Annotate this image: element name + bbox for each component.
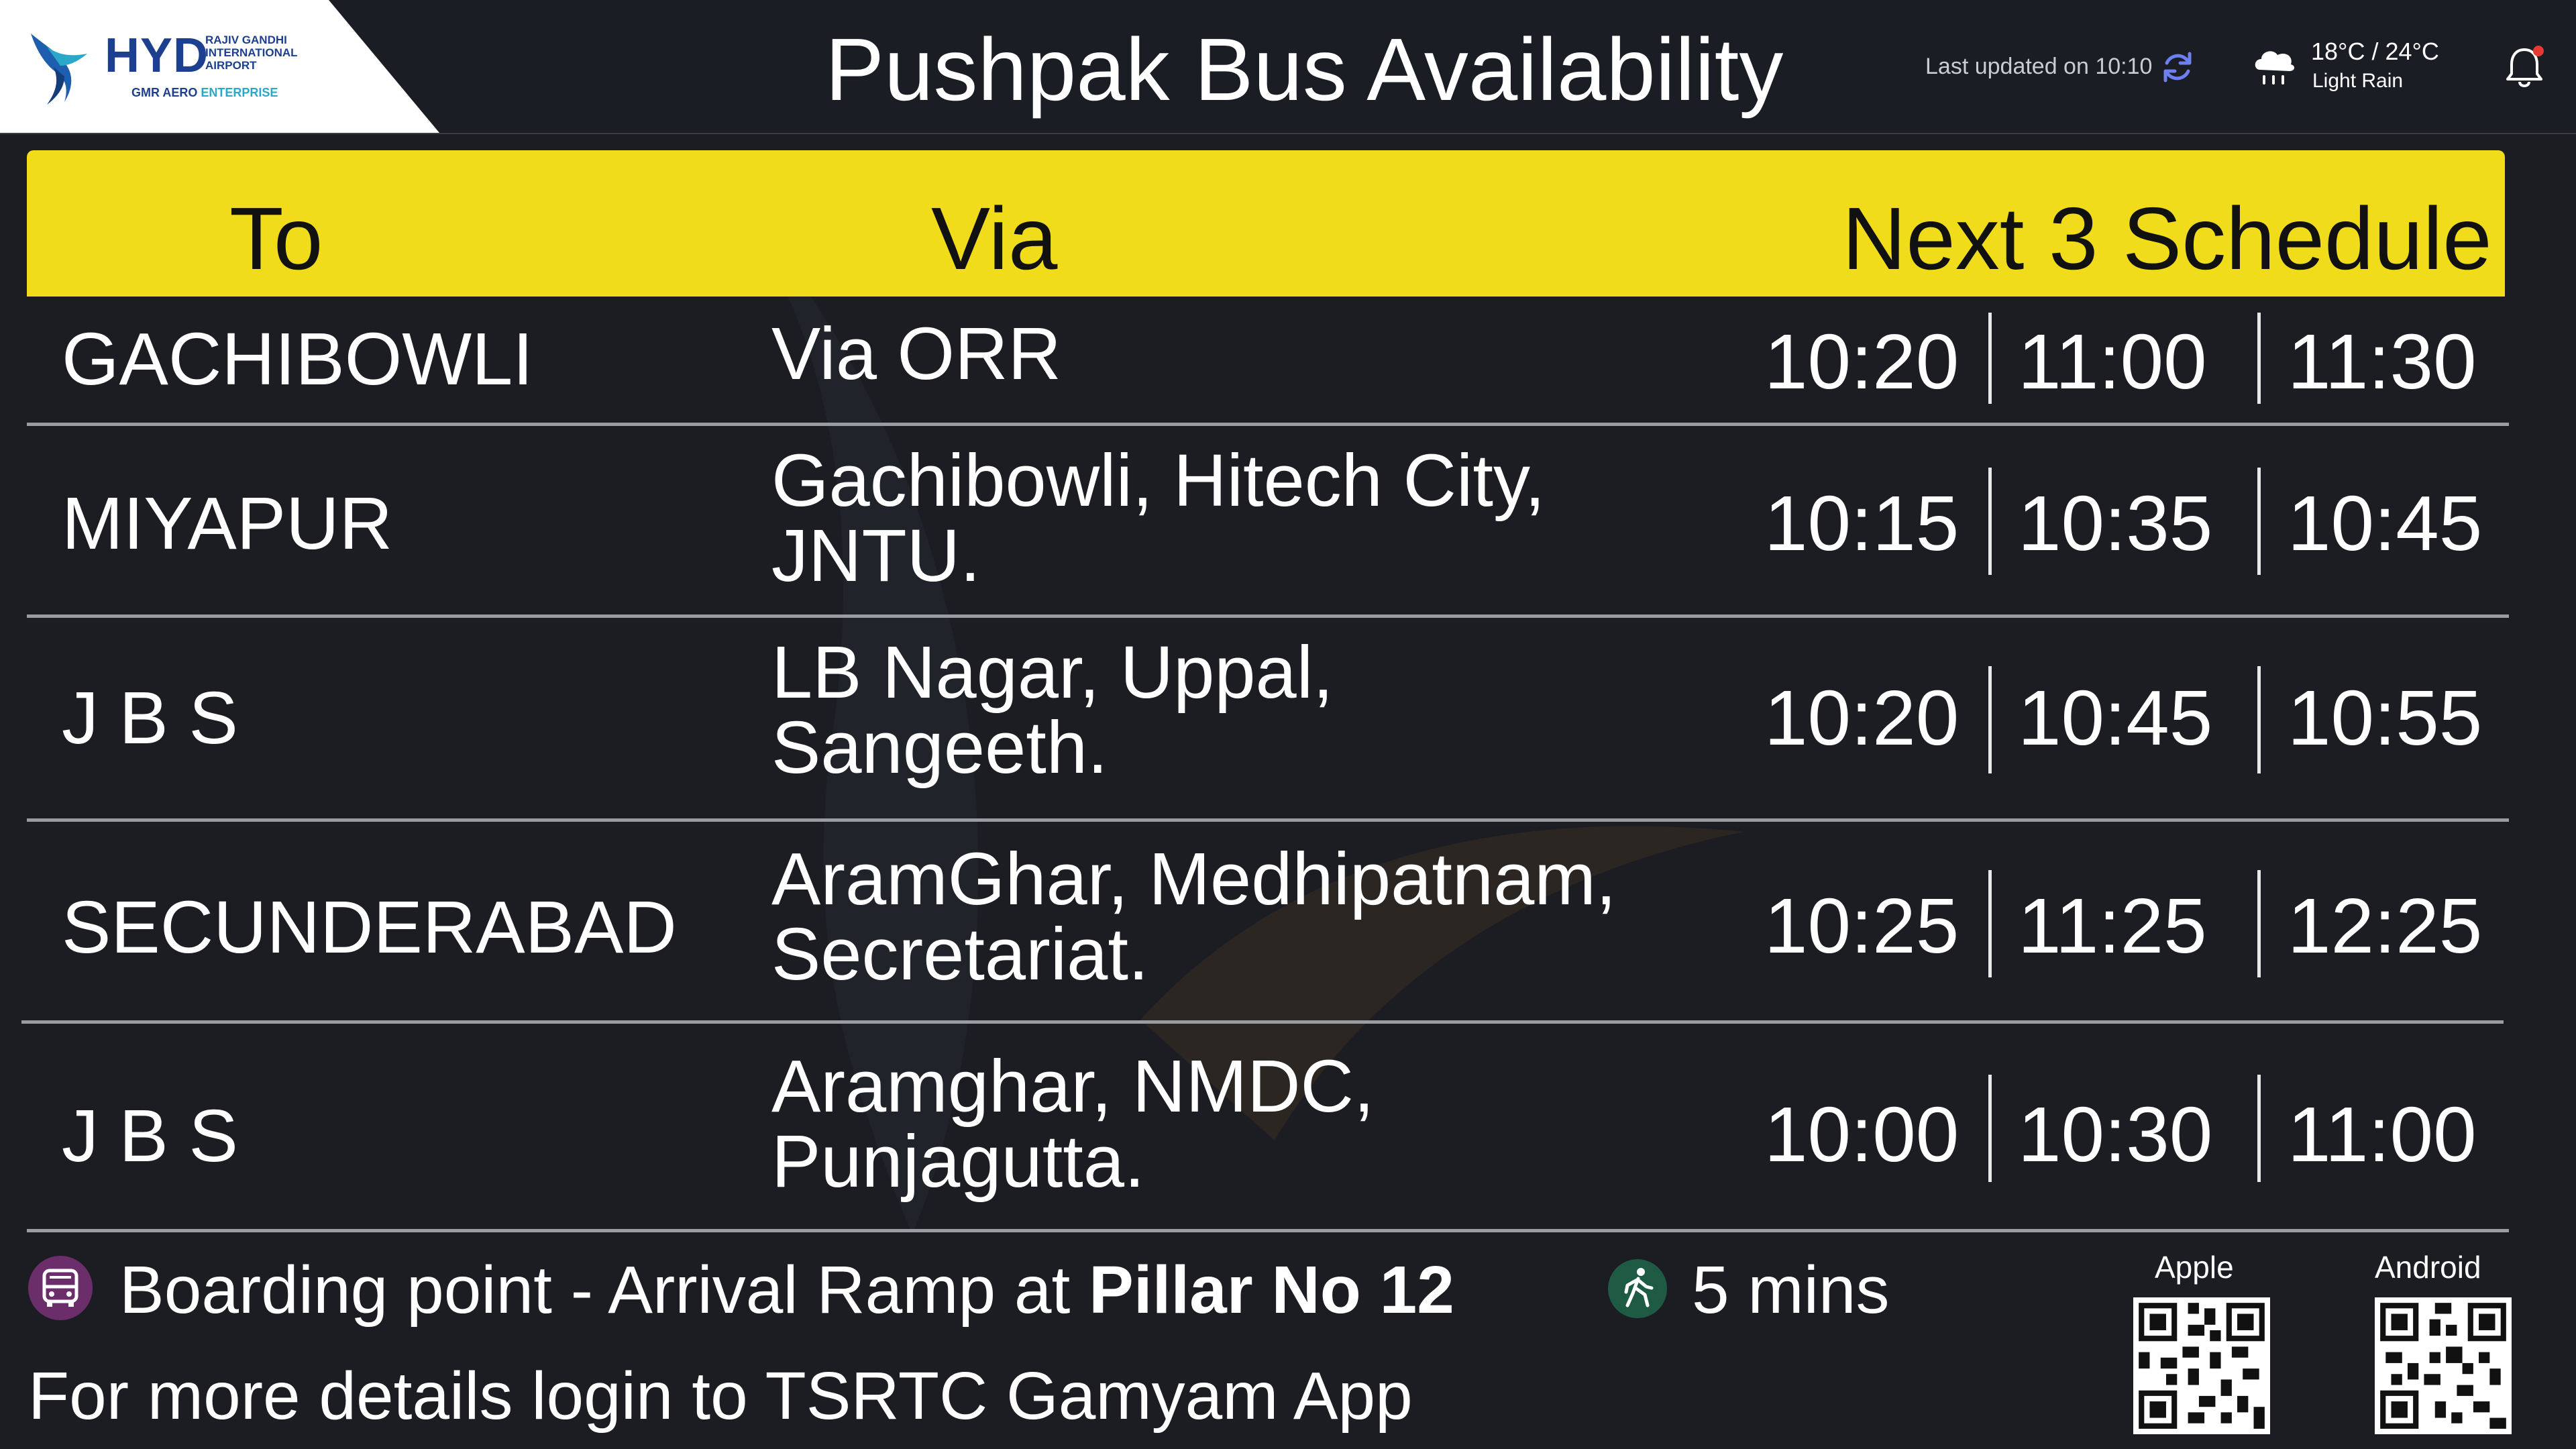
via-cell: Gachibowli, Hitech City, JNTU. bbox=[771, 439, 1546, 597]
schedule-time-1: 10:25 bbox=[1764, 882, 1960, 969]
via-cell: AramGhar, Medhipatnam, Secretariat. bbox=[771, 838, 1617, 996]
rain-cloud-icon bbox=[2255, 51, 2295, 85]
bus-icon bbox=[28, 1256, 93, 1320]
schedule-time-1: 10:15 bbox=[1764, 480, 1960, 567]
weather-condition: Light Rain bbox=[2312, 70, 2404, 92]
more-details-text: For more details login to TSRTC Gamyam A… bbox=[28, 1358, 1413, 1434]
logo-airport-name: RAJIV GANDHI INTERNATIONAL AIRPORT bbox=[205, 34, 298, 72]
via-cell: Aramghar, NMDC, Punjagutta. bbox=[771, 1045, 1375, 1203]
schedule-time-1: 10:20 bbox=[1764, 318, 1960, 405]
bird-logo-icon bbox=[31, 34, 87, 105]
airport-logo: HYD RAJIV GANDHI INTERNATIONAL AIRPORT G… bbox=[0, 0, 439, 133]
qr-apple-label: Apple bbox=[2155, 1250, 2234, 1285]
schedule-time-3: 10:55 bbox=[2288, 674, 2483, 761]
schedule-time-2: 10:45 bbox=[2018, 674, 2213, 761]
destination-cell: GACHIBOWLI bbox=[62, 318, 533, 400]
boarding-pillar: Pillar No 12 bbox=[1089, 1252, 1454, 1328]
logo-enterprise-suffix: ENTERPRISE bbox=[201, 86, 278, 99]
row-divider bbox=[27, 1229, 2509, 1232]
column-header-to: To bbox=[229, 189, 323, 288]
time-divider bbox=[2257, 313, 2261, 404]
time-divider bbox=[1988, 1075, 1992, 1182]
boarding-point-prefix: Boarding point - Arrival Ramp at bbox=[119, 1252, 1089, 1328]
boarding-point-text: Boarding point - Arrival Ramp at Pillar … bbox=[119, 1252, 1454, 1329]
time-divider bbox=[1988, 870, 1992, 977]
schedule-time-1: 10:20 bbox=[1764, 674, 1960, 761]
time-divider bbox=[1988, 468, 1992, 575]
weather-temperature: 18°C / 24°C bbox=[2311, 38, 2439, 65]
column-header-via: Via bbox=[931, 189, 1058, 288]
logo-code: HYD bbox=[105, 29, 209, 83]
refresh-icon[interactable] bbox=[2159, 48, 2196, 86]
destination-cell: J B S bbox=[62, 1095, 238, 1177]
via-cell: LB Nagar, Uppal, Sangeeth. bbox=[771, 631, 1334, 789]
time-divider bbox=[2257, 666, 2261, 773]
schedule-time-2: 11:25 bbox=[2018, 882, 2207, 969]
logo-enterprise: GMR AERO ENTERPRISE bbox=[131, 86, 278, 100]
destination-cell: SECUNDERABAD bbox=[62, 886, 677, 969]
logo-enterprise-brand: GMR AERO bbox=[131, 86, 198, 99]
schedule-time-2: 10:35 bbox=[2018, 480, 2213, 567]
column-header-schedule: Next 3 Schedule bbox=[1842, 189, 2492, 288]
time-divider bbox=[2257, 1075, 2261, 1182]
walking-time: 5 mins bbox=[1692, 1252, 1890, 1328]
top-header: HYD RAJIV GANDHI INTERNATIONAL AIRPORT G… bbox=[0, 0, 2576, 134]
table-row: SECUNDERABAD AramGhar, Medhipatnam, Secr… bbox=[27, 822, 2509, 1022]
via-cell: Via ORR bbox=[771, 313, 1061, 395]
destination-cell: MIYAPUR bbox=[62, 482, 393, 565]
qr-android-label: Android bbox=[2375, 1250, 2481, 1285]
time-divider bbox=[2257, 468, 2261, 575]
table-row: J B S LB Nagar, Uppal, Sangeeth. 10:20 1… bbox=[27, 618, 2509, 819]
table-header: To Via Next 3 Schedule bbox=[27, 150, 2505, 297]
schedule-time-2: 11:00 bbox=[2018, 318, 2207, 405]
schedule-time-3: 12:25 bbox=[2288, 882, 2483, 969]
table-row: MIYAPUR Gachibowli, Hitech City, JNTU. 1… bbox=[27, 426, 2509, 615]
page-title: Pushpak Bus Availability bbox=[825, 20, 1784, 119]
last-updated-text: Last updated on 10:10 bbox=[1925, 54, 2153, 79]
destination-cell: J B S bbox=[62, 677, 238, 759]
android-qr-code[interactable] bbox=[2375, 1297, 2512, 1434]
table-row: J B S Aramghar, NMDC, Punjagutta. 10:00 … bbox=[27, 1024, 2509, 1230]
schedule-time-3: 11:00 bbox=[2288, 1091, 2477, 1178]
schedule-time-1: 10:00 bbox=[1764, 1091, 1960, 1178]
bell-icon[interactable] bbox=[2501, 43, 2548, 91]
apple-qr-code[interactable] bbox=[2133, 1297, 2270, 1434]
walking-person-icon bbox=[1608, 1259, 1667, 1318]
time-divider bbox=[1988, 666, 1992, 773]
schedule-time-3: 11:30 bbox=[2288, 318, 2477, 405]
time-divider bbox=[2257, 870, 2261, 977]
time-divider bbox=[1988, 313, 1992, 404]
table-row: GACHIBOWLI Via ORR 10:20 11:00 11:30 bbox=[27, 297, 2509, 424]
schedule-time-2: 10:30 bbox=[2018, 1091, 2213, 1178]
schedule-time-3: 10:45 bbox=[2288, 480, 2483, 567]
